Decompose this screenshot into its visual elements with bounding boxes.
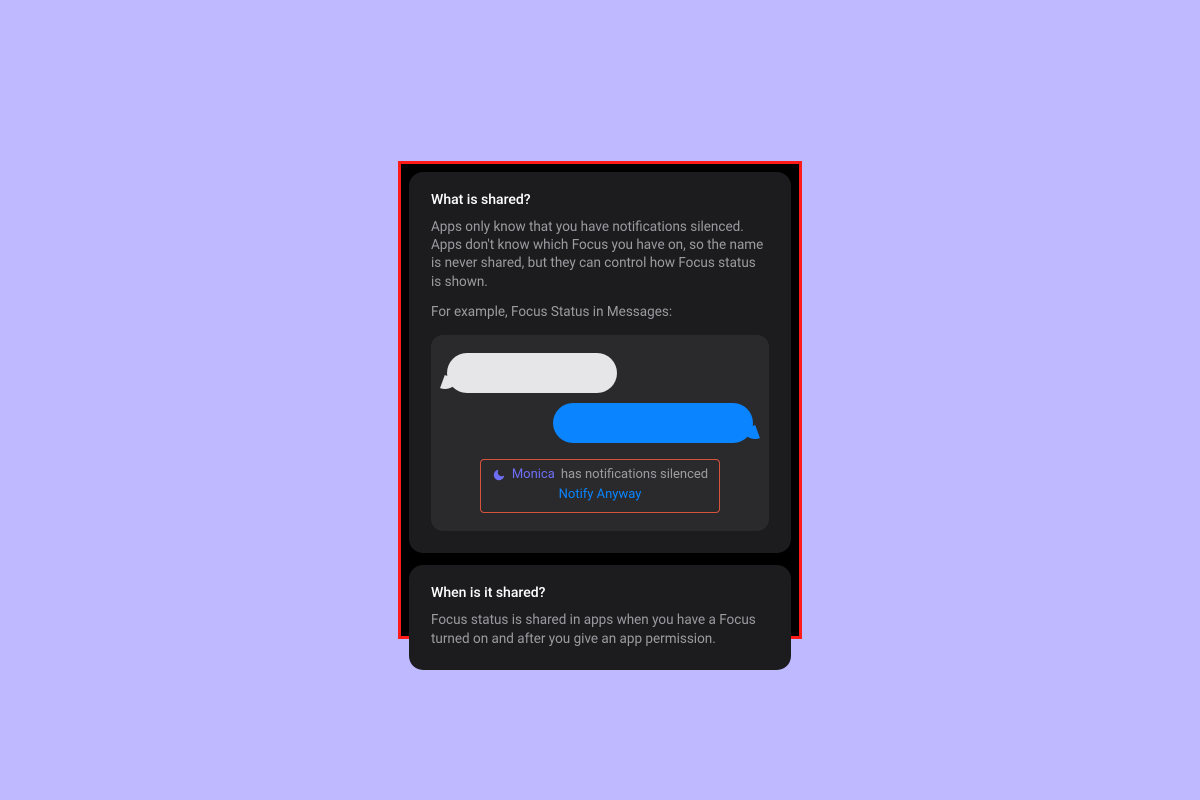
incoming-message-bubble — [447, 353, 617, 393]
card-when-is-shared: When is it shared? Focus status is share… — [409, 565, 791, 669]
card-body: Focus status is shared in apps when you … — [431, 611, 769, 647]
bubble-row — [447, 403, 753, 443]
outgoing-message-bubble — [553, 403, 753, 443]
moon-icon — [492, 468, 506, 482]
notify-anyway-button[interactable]: Notify Anyway — [489, 486, 711, 504]
status-suffix: has notifications silenced — [561, 466, 708, 484]
focus-status-banner: Monica has notifications silenced Notify… — [480, 459, 720, 513]
messages-example: Monica has notifications silenced Notify… — [431, 335, 769, 531]
paragraph: For example, Focus Status in Messages: — [431, 303, 769, 321]
paragraph: Focus status is shared in apps when you … — [431, 611, 769, 647]
bubble-row — [447, 353, 753, 393]
screen: What is shared? Apps only know that you … — [409, 172, 791, 628]
card-title: What is shared? — [431, 192, 769, 208]
paragraph: Apps only know that you have notificatio… — [431, 218, 769, 291]
card-title: When is it shared? — [431, 585, 769, 601]
card-what-is-shared: What is shared? Apps only know that you … — [409, 172, 791, 553]
focus-status-line: Monica has notifications silenced — [489, 466, 711, 484]
contact-name: Monica — [512, 466, 555, 484]
card-body: Apps only know that you have notificatio… — [431, 218, 769, 531]
device-frame: What is shared? Apps only know that you … — [398, 161, 802, 639]
